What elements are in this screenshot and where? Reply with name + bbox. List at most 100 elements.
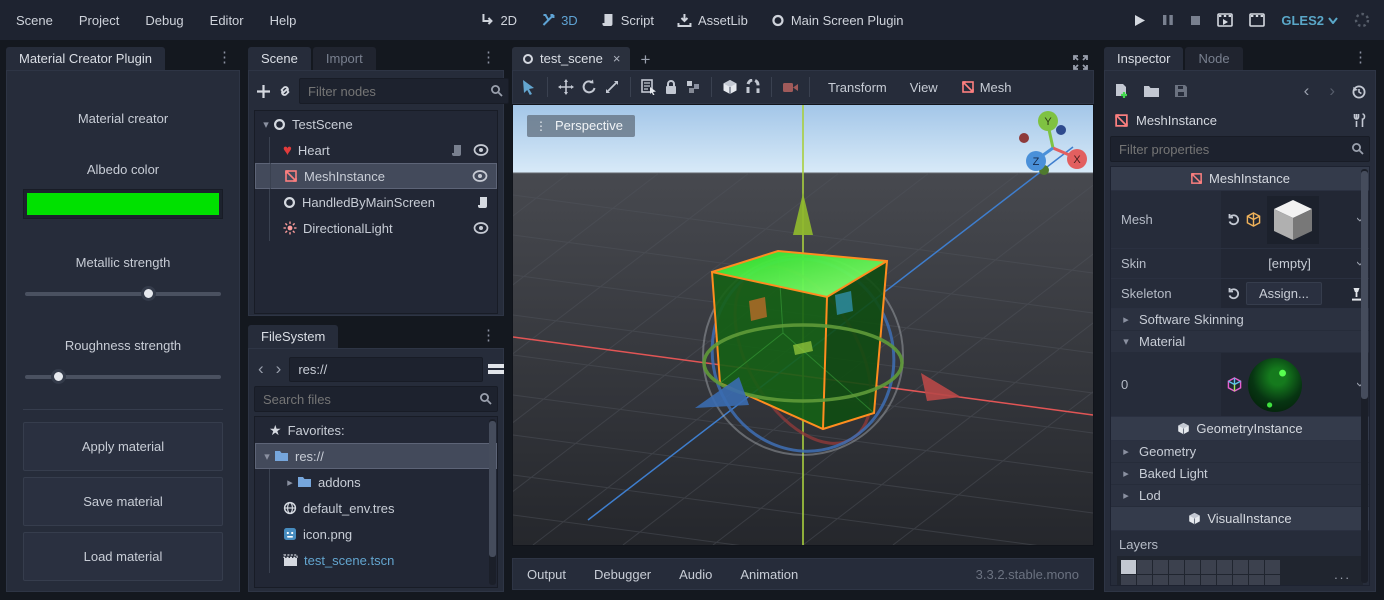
mesh-preview-thumbnail[interactable]: [1267, 196, 1319, 244]
local-space-toggle-button[interactable]: [722, 79, 738, 95]
select-tool-button[interactable]: [521, 79, 537, 95]
history-forward-button[interactable]: ›: [1325, 81, 1339, 101]
tree-row-heart[interactable]: ♥ Heart: [255, 137, 497, 163]
collapse-icon[interactable]: ▾: [260, 450, 274, 463]
collapse-icon[interactable]: ▾: [259, 118, 273, 131]
scale-tool-button[interactable]: [604, 79, 620, 95]
close-tab-icon[interactable]: ×: [613, 51, 621, 66]
filesystem-scrollbar[interactable]: [489, 419, 496, 585]
section-lod[interactable]: ▸ Lod: [1111, 485, 1369, 507]
menu-project[interactable]: Project: [79, 13, 119, 28]
renderer-select[interactable]: GLES2: [1281, 13, 1338, 28]
instance-scene-button[interactable]: [277, 83, 293, 99]
history-back-button[interactable]: ‹: [254, 359, 268, 379]
test-scene-file-row[interactable]: test_scene.tscn: [255, 547, 497, 573]
mesh-menu-button[interactable]: Mesh: [953, 80, 1020, 95]
metallic-slider-grabber[interactable]: [141, 286, 156, 301]
metallic-strength-slider[interactable]: [25, 292, 221, 296]
layers-more-button[interactable]: ...: [1334, 567, 1359, 582]
play-scene-button[interactable]: [1217, 13, 1233, 27]
tab-test-scene[interactable]: test_scene ×: [512, 47, 630, 70]
search-files-input[interactable]: [254, 386, 498, 412]
audio-panel-button[interactable]: Audio: [679, 567, 712, 582]
roughness-slider-grabber[interactable]: [51, 369, 66, 384]
revert-icon[interactable]: [1227, 287, 1240, 300]
revert-icon[interactable]: [1227, 213, 1240, 226]
tools-icon[interactable]: [1353, 113, 1366, 128]
visibility-eye-icon[interactable]: [473, 144, 489, 156]
mesh-property-value[interactable]: ›: [1221, 191, 1369, 248]
debugger-panel-button[interactable]: Debugger: [594, 567, 651, 582]
tab-node[interactable]: Node: [1185, 47, 1242, 70]
expand-icon[interactable]: ▸: [283, 476, 297, 489]
section-geometry[interactable]: ▸ Geometry: [1111, 441, 1369, 463]
mode-2d-button[interactable]: 2D: [480, 13, 517, 28]
tree-row-testscene[interactable]: ▾ TestScene: [255, 111, 497, 137]
tab-material-creator-plugin[interactable]: Material Creator Plugin: [6, 47, 165, 70]
tree-row-handledbymainscreen[interactable]: HandledByMainScreen: [255, 189, 497, 215]
play-custom-scene-button[interactable]: [1249, 13, 1265, 27]
pause-button[interactable]: [1162, 14, 1174, 26]
lock-selected-button[interactable]: [664, 79, 678, 95]
favorites-row[interactable]: ★ Favorites:: [255, 417, 497, 443]
menu-editor[interactable]: Editor: [210, 13, 244, 28]
layer-checkboxes[interactable]: [1121, 560, 1280, 586]
addons-row[interactable]: ▸ addons: [255, 469, 497, 495]
rotate-tool-button[interactable]: [581, 79, 597, 95]
section-software-skinning[interactable]: ▸ Software Skinning: [1111, 309, 1369, 331]
tab-import[interactable]: Import: [313, 47, 376, 70]
menu-help[interactable]: Help: [270, 13, 297, 28]
new-resource-button[interactable]: [1114, 83, 1129, 99]
skin-property-value[interactable]: [empty] ›: [1221, 249, 1369, 278]
tree-row-directionallight[interactable]: DirectionalLight: [255, 215, 497, 241]
inspector-menu-icon[interactable]: ⋮: [1345, 46, 1376, 70]
list-select-tool-button[interactable]: [641, 79, 657, 95]
filter-nodes-input[interactable]: [299, 78, 509, 104]
tree-row-meshinstance[interactable]: MeshInstance: [255, 163, 497, 189]
mode-script-button[interactable]: Script: [602, 13, 654, 28]
script-icon[interactable]: [477, 196, 489, 209]
stop-button[interactable]: [1190, 15, 1201, 26]
roughness-strength-slider[interactable]: [25, 375, 221, 379]
skeleton-assign-button[interactable]: Assign...: [1246, 282, 1322, 305]
tab-filesystem[interactable]: FileSystem: [248, 325, 338, 348]
mode-main-screen-plugin-button[interactable]: Main Screen Plugin: [772, 13, 904, 28]
default-env-row[interactable]: default_env.tres: [255, 495, 497, 521]
save-resource-button[interactable]: [1174, 84, 1188, 98]
history-forward-button[interactable]: ›: [272, 359, 286, 379]
left-dock-menu-icon[interactable]: ⋮: [209, 46, 240, 70]
menu-debug[interactable]: Debug: [145, 13, 183, 28]
current-path-field[interactable]: [289, 357, 483, 382]
add-node-button[interactable]: [256, 84, 271, 99]
menu-scene[interactable]: Scene: [16, 13, 53, 28]
res-root-row[interactable]: ▾ res://: [255, 443, 497, 469]
transform-menu-button[interactable]: Transform: [820, 80, 895, 95]
output-panel-button[interactable]: Output: [527, 567, 566, 582]
play-button[interactable]: [1133, 14, 1146, 27]
3d-viewport[interactable]: Y X Z ⋮ Perspective: [512, 104, 1094, 546]
mode-assetlib-button[interactable]: AssetLib: [678, 13, 748, 28]
mode-3d-button[interactable]: 3D: [541, 13, 578, 28]
display-mode-toggle-icon[interactable]: [487, 362, 505, 376]
history-back-button[interactable]: ‹: [1300, 81, 1314, 101]
tab-inspector[interactable]: Inspector: [1104, 47, 1183, 70]
move-tool-button[interactable]: [558, 79, 574, 95]
layer-1-cell[interactable]: [1121, 560, 1136, 574]
filter-properties-input[interactable]: [1110, 136, 1370, 162]
albedo-color-picker[interactable]: [23, 189, 223, 219]
view-menu-button[interactable]: View: [902, 80, 946, 95]
distraction-free-icon[interactable]: [1073, 55, 1088, 70]
filesystem-menu-icon[interactable]: ⋮: [473, 324, 504, 348]
perspective-menu-button[interactable]: ⋮ Perspective: [527, 115, 635, 137]
visibility-eye-icon[interactable]: [472, 170, 488, 182]
material-0-value[interactable]: ›: [1221, 353, 1369, 416]
load-material-button[interactable]: Load material: [23, 532, 223, 581]
ungroup-selected-button[interactable]: [685, 79, 701, 95]
section-material[interactable]: ▾ Material: [1111, 331, 1369, 353]
new-scene-tab-button[interactable]: +: [640, 50, 650, 70]
animation-panel-button[interactable]: Animation: [740, 567, 798, 582]
apply-material-button[interactable]: Apply material: [23, 422, 223, 471]
inspector-scrollbar[interactable]: [1361, 169, 1368, 583]
icon-png-row[interactable]: icon.png: [255, 521, 497, 547]
save-material-button[interactable]: Save material: [23, 477, 223, 526]
